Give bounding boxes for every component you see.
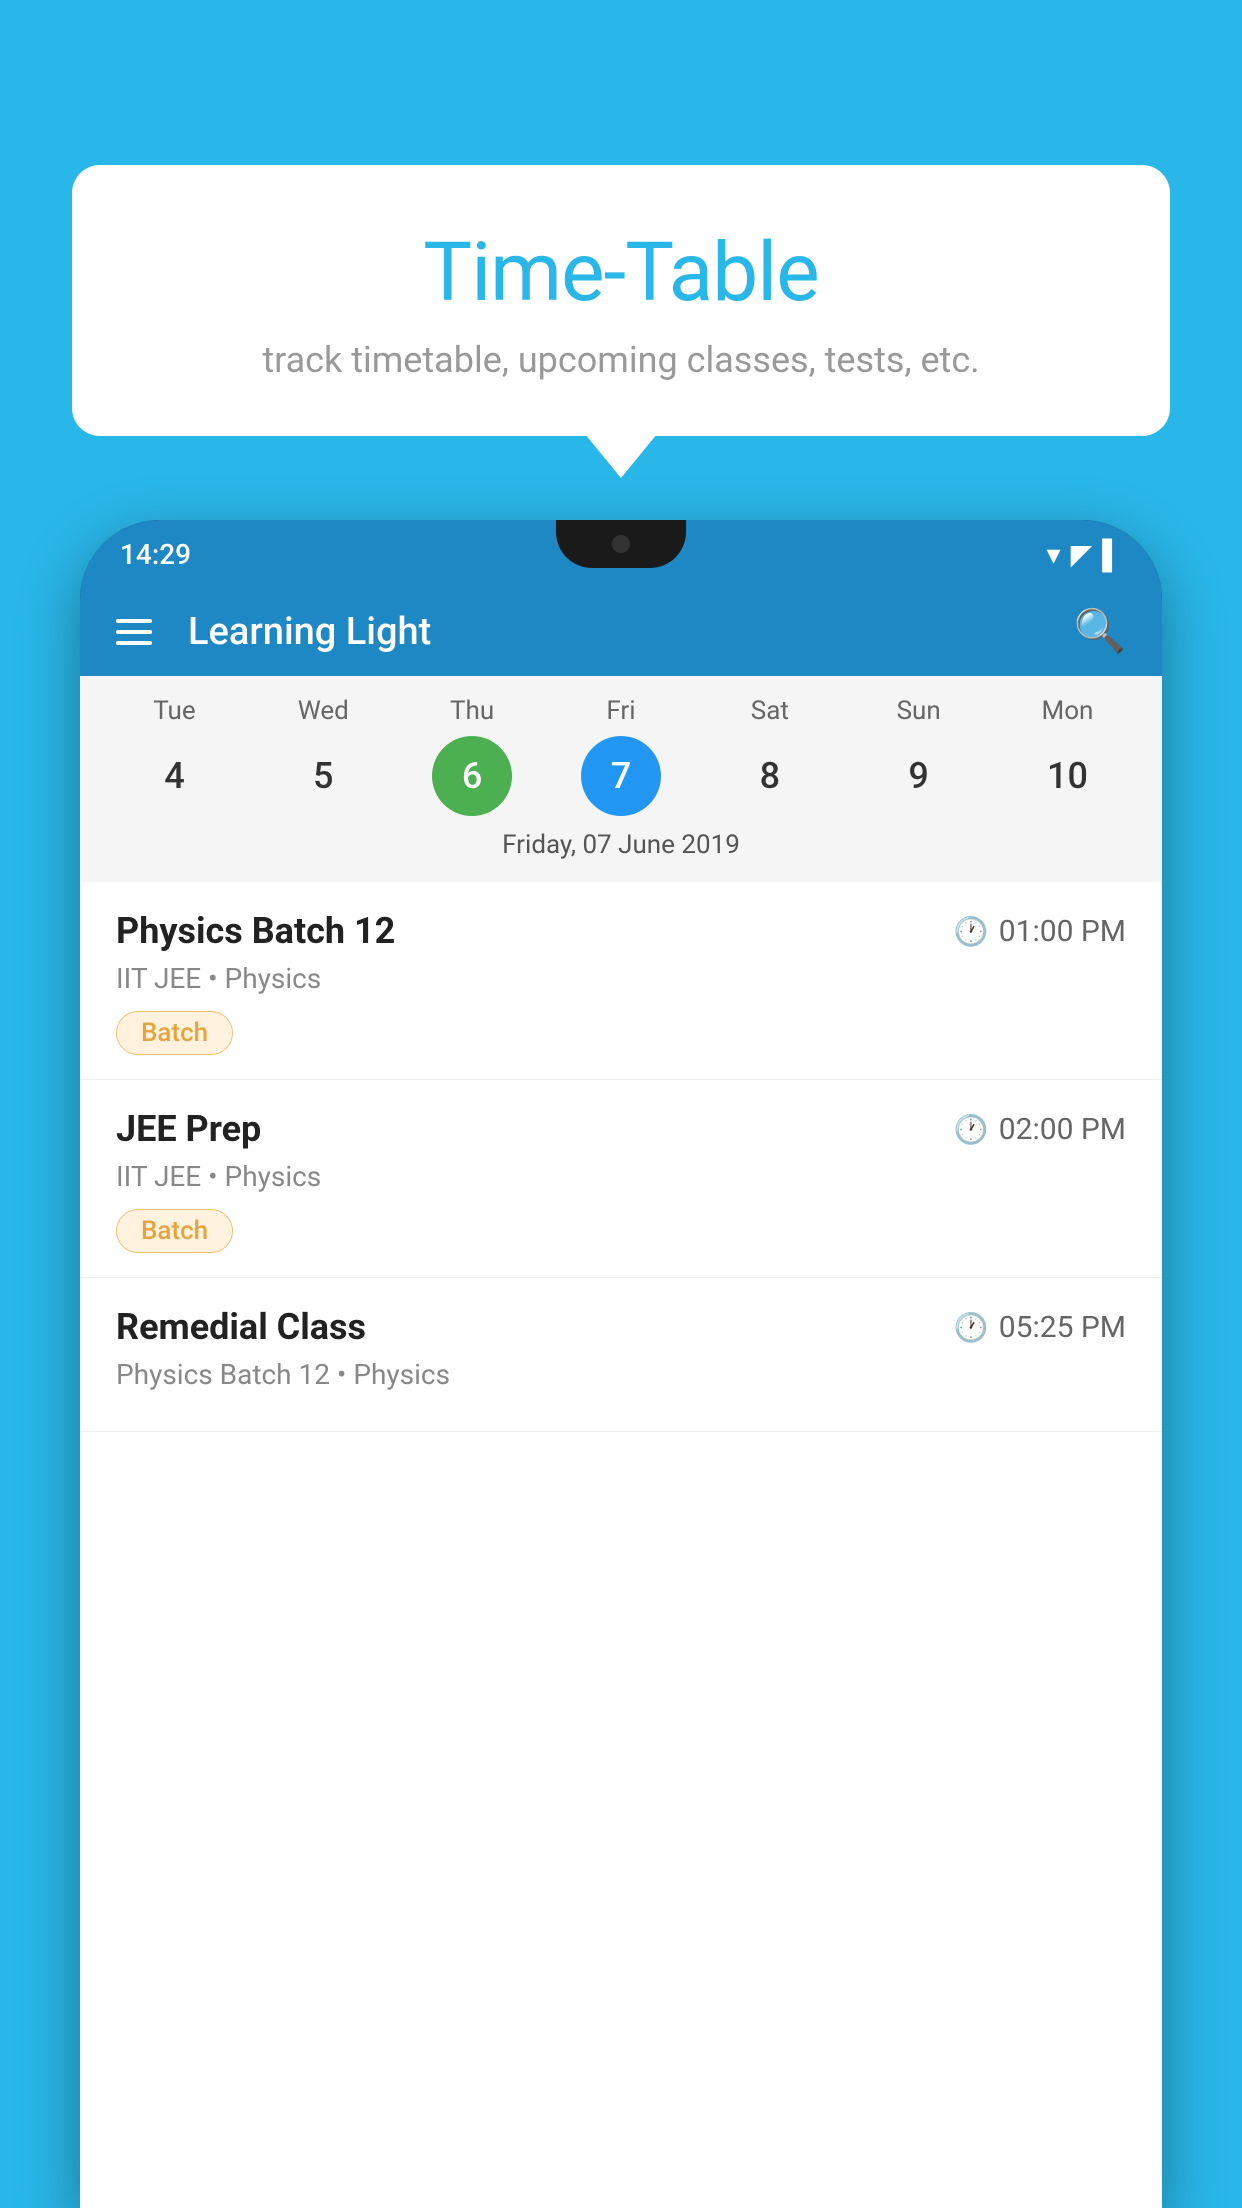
schedule-item-2[interactable]: Remedial Class 🕐 05:25 PM Physics Batch 12… (80, 1278, 1162, 1432)
day-number-5[interactable]: 5 (283, 736, 363, 816)
day-number-4[interactable]: 4 (134, 736, 214, 816)
schedule-item-subtitle-0: IIT JEE • Physics (116, 962, 1126, 995)
calendar-date-label: Friday, 07 June 2019 (80, 830, 1162, 872)
day-header-sun: Sun (869, 696, 969, 726)
day-number-7[interactable]: 7 (581, 736, 661, 816)
day-header-sat: Sat (720, 696, 820, 726)
hamburger-line-3 (116, 641, 152, 645)
search-button[interactable]: 🔍 (1074, 611, 1126, 653)
day-header-thu: Thu (422, 696, 522, 726)
clock-icon: 🕐 (954, 915, 989, 948)
hamburger-line-1 (116, 619, 152, 623)
status-icons: ▾ ◤ ▌ (1047, 538, 1122, 571)
day-numbers: 456789 10 (80, 736, 1162, 816)
tooltip-subtitle: track timetable, upcoming classes, tests… (132, 339, 1110, 381)
schedule-item-time-1: 🕐 02:00 PM (954, 1112, 1126, 1147)
hamburger-line-2 (116, 630, 152, 634)
app-title: Learning Light (188, 610, 1074, 654)
day-headers: Tue Wed Thu Fri Sat Sun Mon (80, 696, 1162, 726)
schedule-item-header-0: Physics Batch 12 🕐 01:00 PM (116, 910, 1126, 952)
day-number-8[interactable]: 8 (730, 736, 810, 816)
schedule-item-time-0: 🕐 01:00 PM (954, 914, 1126, 949)
tooltip-card: Time-Table track timetable, upcoming cla… (72, 165, 1170, 436)
schedule-item-time-2: 🕐 05:25 PM (954, 1310, 1126, 1345)
tooltip-title: Time-Table (132, 225, 1110, 321)
day-header-tue: Tue (124, 696, 224, 726)
hamburger-menu-button[interactable] (116, 619, 152, 645)
phone-frame: 14:29 ▾ ◤ ▌ Learning Light 🔍 Tue Wed Thu Fr… (80, 520, 1162, 2208)
schedule-item-subtitle-1: IIT JEE • Physics (116, 1160, 1126, 1193)
wifi-icon: ▾ (1047, 538, 1061, 571)
schedule-item-0[interactable]: Physics Batch 12 🕐 01:00 PM IIT JEE • Phys… (80, 882, 1162, 1080)
notch (556, 520, 686, 568)
camera-dot (612, 535, 630, 553)
batch-badge-1: Batch (116, 1209, 233, 1253)
status-time: 14:29 (120, 538, 191, 571)
schedule-item-header-1: JEE Prep 🕐 02:00 PM (116, 1108, 1126, 1150)
calendar-strip: Tue Wed Thu Fri Sat Sun Mon 456789 10 Friday, 0… (80, 676, 1162, 882)
day-header-fri: Fri (571, 696, 671, 726)
schedule-list: Physics Batch 12 🕐 01:00 PM IIT JEE • Phys… (80, 882, 1162, 2208)
schedule-item-subtitle-2: Physics Batch 12 • Physics (116, 1358, 1126, 1391)
schedule-item-1[interactable]: JEE Prep 🕐 02:00 PM IIT JEE • Physics Batch (80, 1080, 1162, 1278)
day-number-6[interactable]: 6 (432, 736, 512, 816)
phone-screen: Tue Wed Thu Fri Sat Sun Mon 456789 10 Friday, 0… (80, 676, 1162, 2208)
schedule-item-title-1: JEE Prep (116, 1108, 261, 1150)
batch-badge-0: Batch (116, 1011, 233, 1055)
schedule-item-title-2: Remedial Class (116, 1306, 366, 1348)
day-number-10[interactable]: 10 (1027, 736, 1107, 816)
day-header-mon: Mon (1017, 696, 1117, 726)
schedule-item-header-2: Remedial Class 🕐 05:25 PM (116, 1306, 1126, 1348)
clock-icon: 🕐 (954, 1113, 989, 1146)
status-bar: 14:29 ▾ ◤ ▌ (80, 520, 1162, 588)
clock-icon: 🕐 (954, 1311, 989, 1344)
battery-icon: ▌ (1102, 538, 1122, 571)
schedule-item-title-0: Physics Batch 12 (116, 910, 395, 952)
signal-icon: ◤ (1071, 538, 1093, 571)
day-number-9[interactable]: 9 (879, 736, 959, 816)
app-bar: Learning Light 🔍 (80, 588, 1162, 676)
day-header-wed: Wed (273, 696, 373, 726)
